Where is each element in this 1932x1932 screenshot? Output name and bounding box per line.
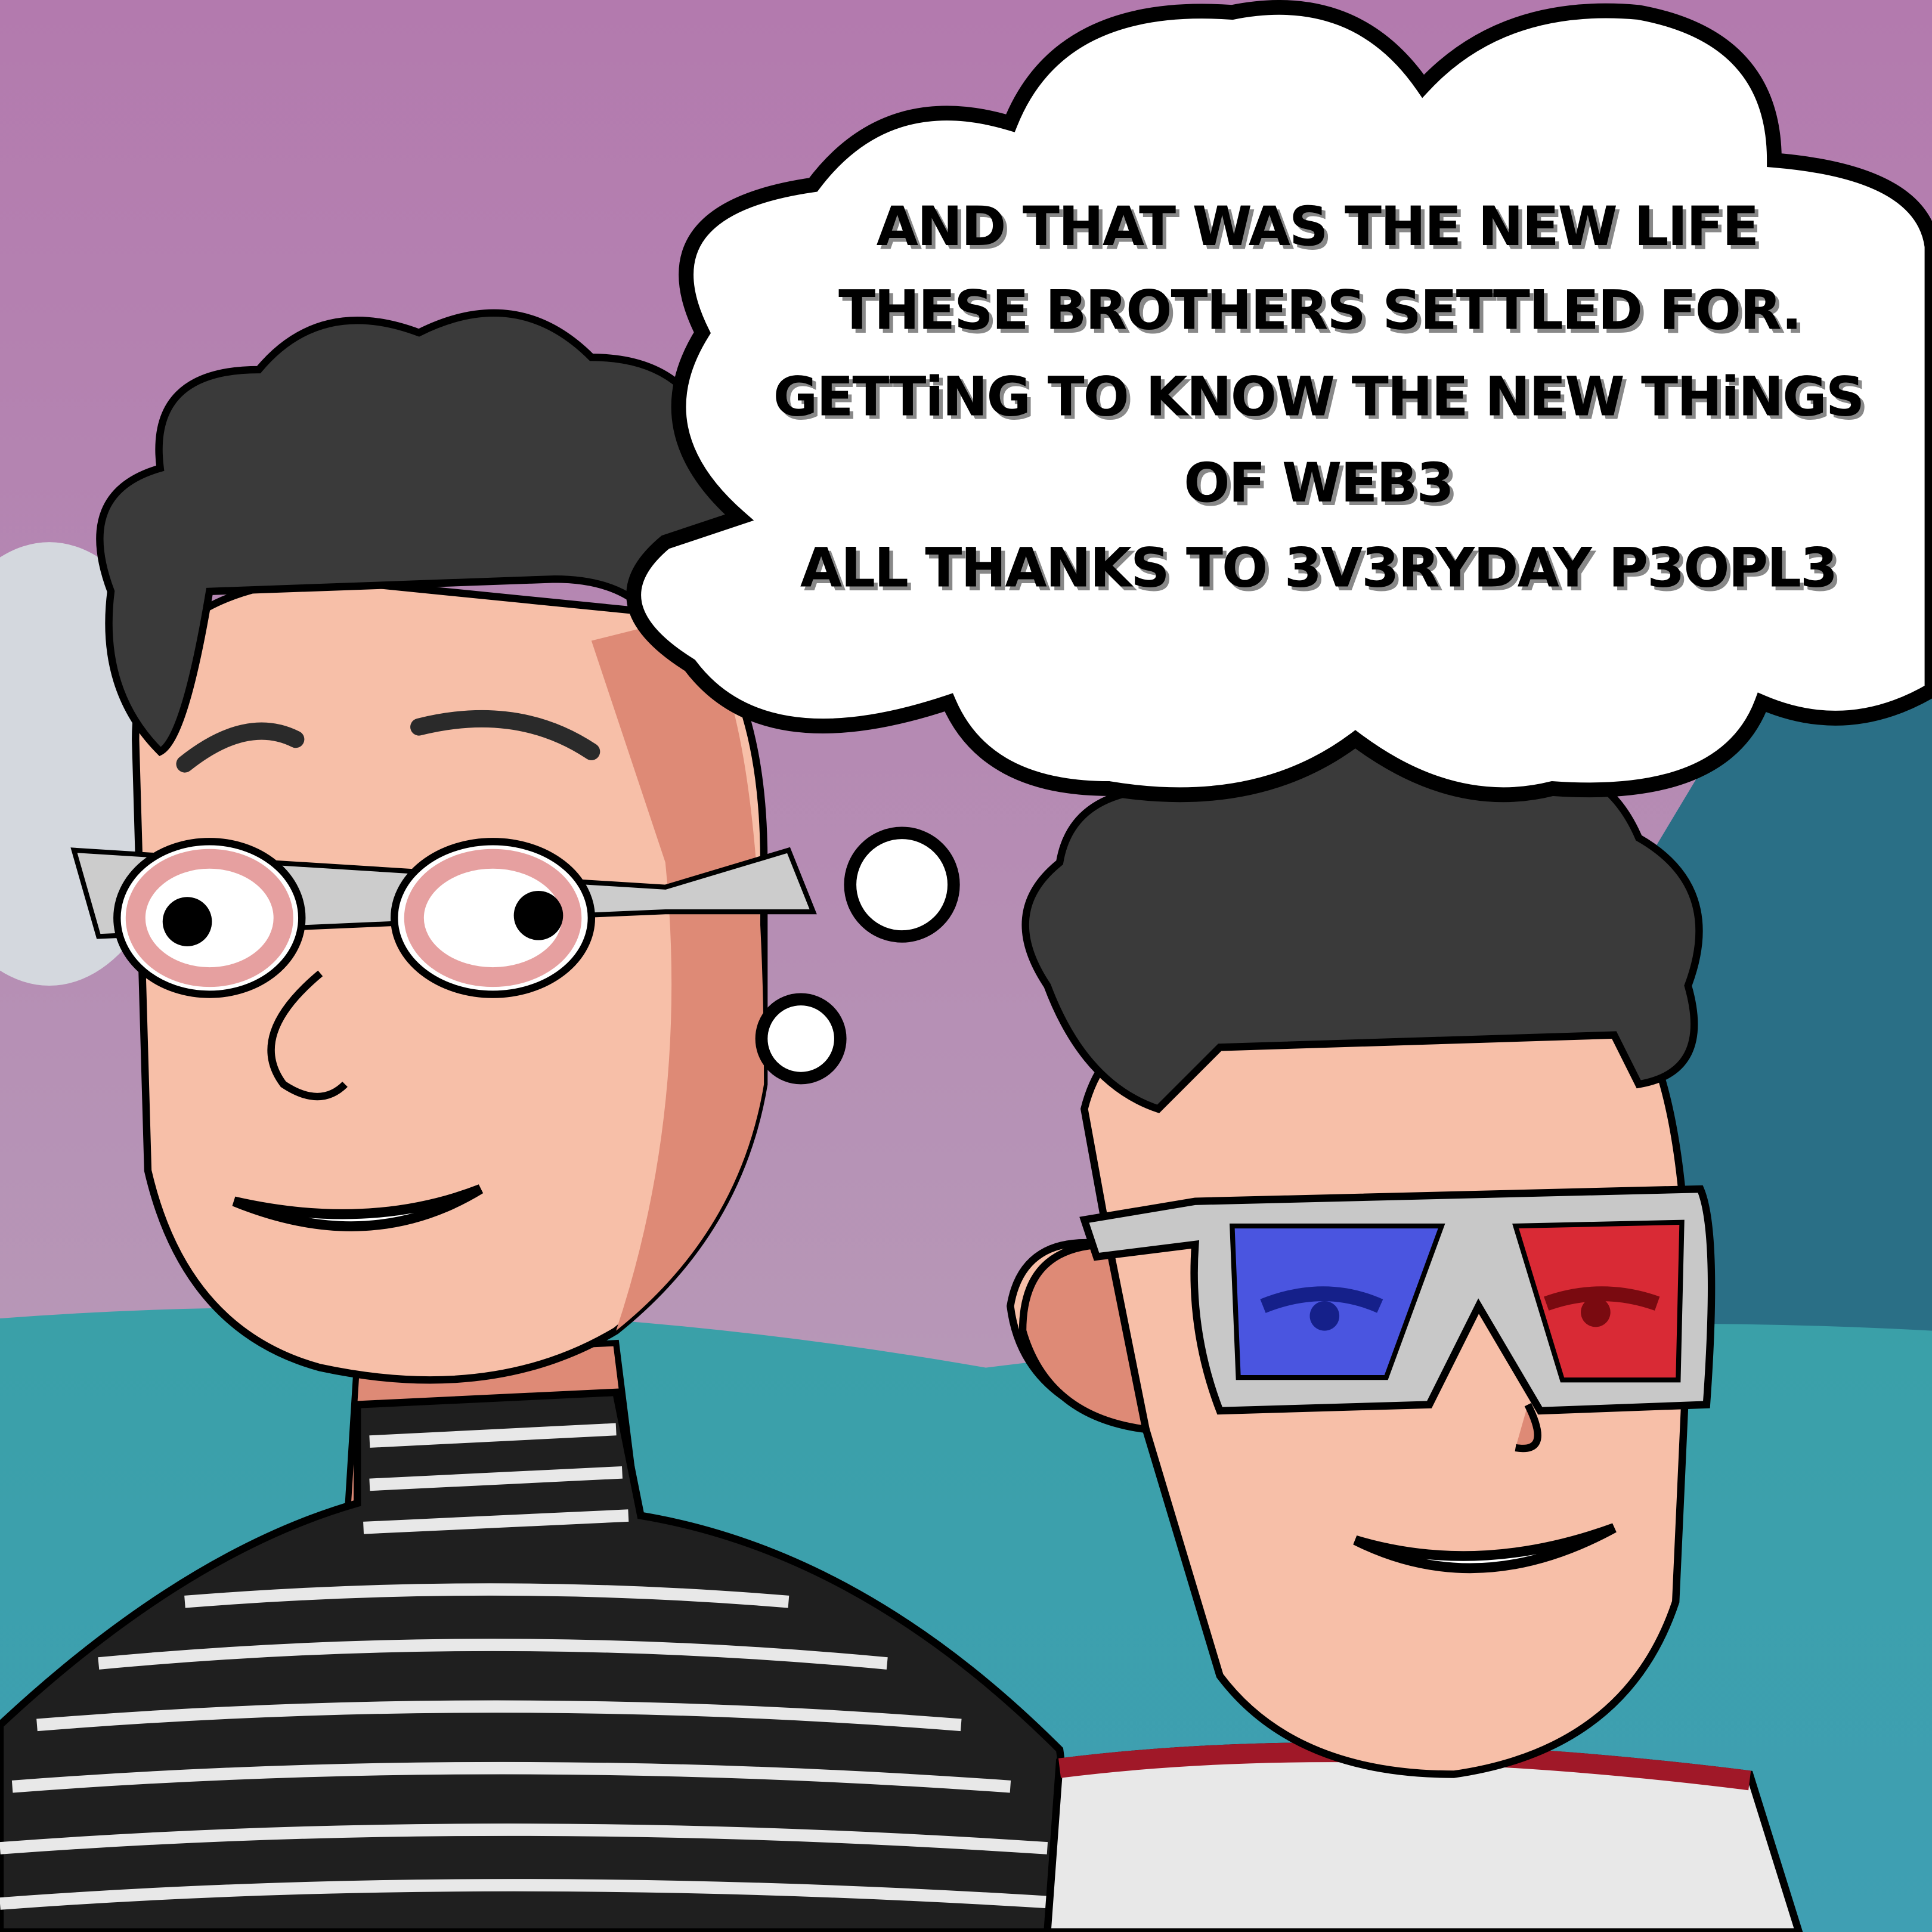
caption-line-5: ALL THANKS TO 3V3RYDAY P3OPL3 [800,537,1837,600]
thought-dot-small [755,993,847,1085]
right-pupil-2 [1581,1297,1611,1327]
comic-panel: AND THAT WAS THE NEW LIFE AND THAT WAS T… [0,0,1932,1932]
comic-illustration: AND THAT WAS THE NEW LIFE AND THAT WAS T… [0,0,1932,1932]
caption-line-1: AND THAT WAS THE NEW LIFE [877,196,1758,258]
caption-line-4: OF WEB3 [1184,452,1453,515]
left-pupil-1 [162,897,212,946]
right-pupil-1 [1309,1301,1340,1331]
left-pupil-2 [513,890,564,940]
thought-bubble-text: AND THAT WAS THE NEW LIFE AND THAT WAS T… [773,196,1869,603]
caption-line-3: GETTiNG TO KNOW THE NEW THiNGS [773,366,1863,428]
caption-line-2: THESE BROTHERS SETTLED FOR. [838,280,1801,342]
thought-dot-large [844,826,960,943]
